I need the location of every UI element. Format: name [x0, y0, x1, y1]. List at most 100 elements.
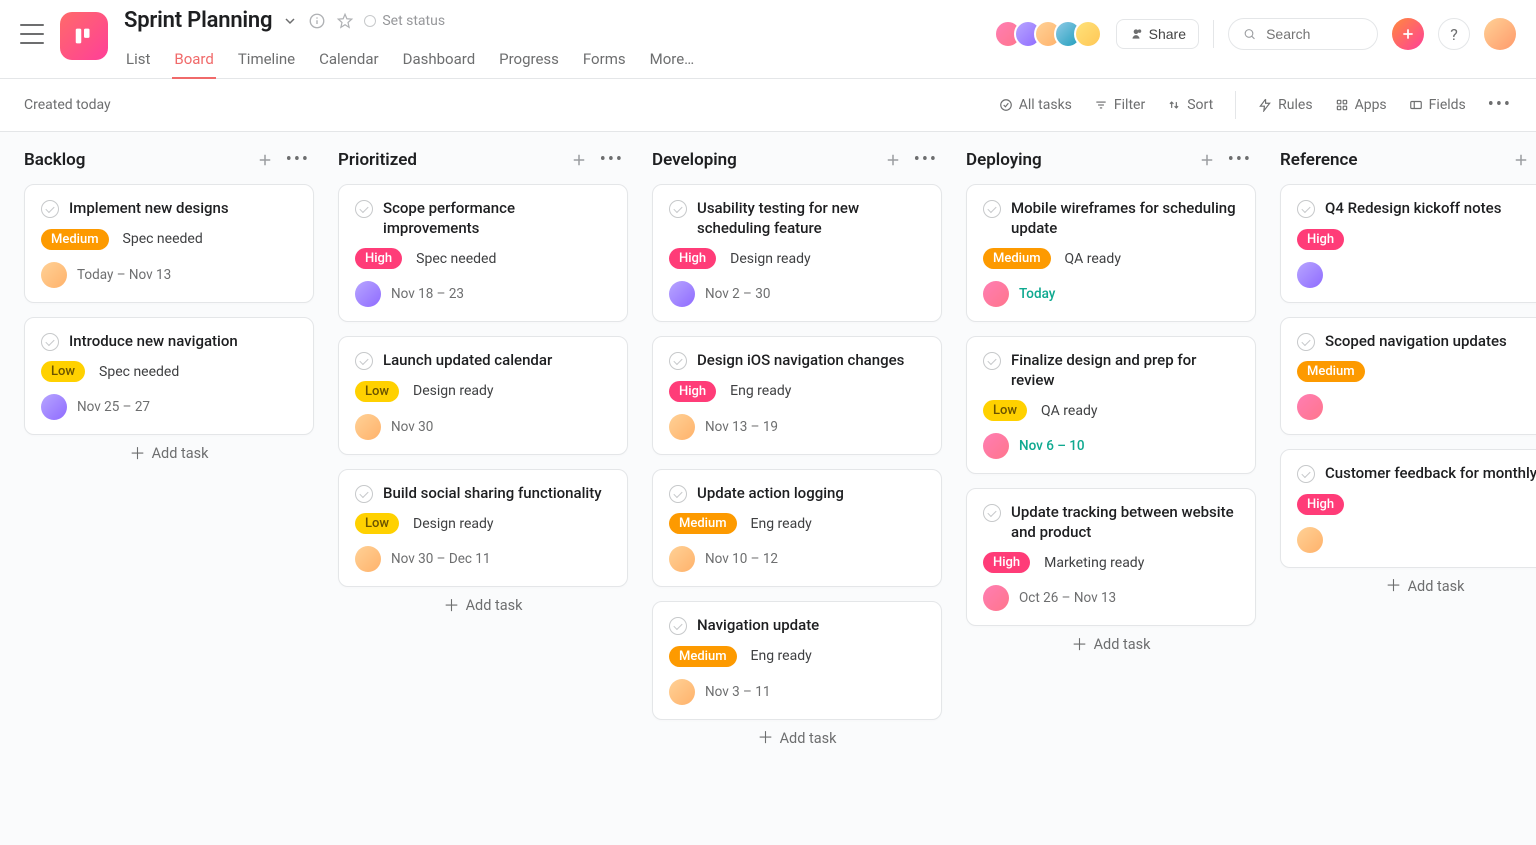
assignee-avatar[interactable]: [1297, 394, 1323, 420]
task-title: Scope performance improvements: [383, 199, 611, 238]
complete-toggle[interactable]: [983, 200, 1001, 218]
task-card[interactable]: Launch updated calendar Low Design ready…: [338, 336, 628, 455]
all-tasks[interactable]: All tasks: [999, 97, 1072, 113]
filter[interactable]: Filter: [1094, 97, 1145, 113]
more-icon[interactable]: •••: [1488, 96, 1512, 114]
assignee-avatar[interactable]: [983, 281, 1009, 307]
user-avatar[interactable]: [1484, 18, 1516, 50]
complete-toggle[interactable]: [983, 352, 1001, 370]
task-card[interactable]: Finalize design and prep for review Low …: [966, 336, 1256, 474]
assignee-avatar[interactable]: [1297, 527, 1323, 553]
add-card-icon[interactable]: [570, 151, 588, 169]
sort[interactable]: Sort: [1167, 97, 1213, 113]
add-task-button[interactable]: ＋Add task: [338, 587, 628, 618]
complete-toggle[interactable]: [1297, 200, 1315, 218]
status-label: Spec needed: [416, 251, 496, 267]
column-more-icon[interactable]: •••: [286, 151, 310, 169]
menu-toggle[interactable]: [20, 24, 44, 44]
assignee-avatar[interactable]: [1297, 262, 1323, 288]
tab-calendar[interactable]: Calendar: [317, 44, 381, 78]
rules[interactable]: Rules: [1258, 97, 1312, 113]
task-card[interactable]: Build social sharing functionality Low D…: [338, 469, 628, 588]
task-card[interactable]: Implement new designs Medium Spec needed…: [24, 184, 314, 303]
complete-toggle[interactable]: [355, 200, 373, 218]
assignee-avatar[interactable]: [355, 281, 381, 307]
assignee-avatar[interactable]: [669, 679, 695, 705]
task-card[interactable]: Scope performance improvements High Spec…: [338, 184, 628, 322]
complete-toggle[interactable]: [355, 485, 373, 503]
info-icon[interactable]: [308, 12, 326, 30]
complete-toggle[interactable]: [669, 200, 687, 218]
task-card[interactable]: Scoped navigation updates Medium: [1280, 317, 1536, 436]
assignee-avatar[interactable]: [983, 585, 1009, 611]
task-card[interactable]: Mobile wireframes for scheduling update …: [966, 184, 1256, 322]
task-card[interactable]: Usability testing for new scheduling fea…: [652, 184, 942, 322]
assignee-avatar[interactable]: [41, 394, 67, 420]
complete-toggle[interactable]: [355, 352, 373, 370]
status-label: Spec needed: [123, 231, 203, 247]
task-card[interactable]: Navigation update Medium Eng ready Nov 3…: [652, 601, 942, 720]
apps[interactable]: Apps: [1335, 97, 1387, 113]
complete-toggle[interactable]: [41, 333, 59, 351]
priority-pill: High: [669, 381, 716, 402]
add-task-button[interactable]: ＋Add task: [24, 435, 314, 466]
assignee-avatar[interactable]: [669, 281, 695, 307]
status-label: Design ready: [413, 516, 493, 532]
add-task-button[interactable]: ＋Add task: [966, 626, 1256, 657]
task-card[interactable]: Design iOS navigation changes High Eng r…: [652, 336, 942, 455]
global-add-button[interactable]: [1392, 18, 1424, 50]
complete-toggle[interactable]: [41, 200, 59, 218]
due-date: Nov 10 – 12: [705, 551, 778, 567]
task-title: Customer feedback for monthly: [1325, 464, 1536, 484]
priority-pill: Low: [355, 513, 399, 534]
column-title: Backlog: [24, 150, 85, 170]
complete-toggle[interactable]: [983, 504, 1001, 522]
status-label: QA ready: [1065, 251, 1121, 267]
add-task-button[interactable]: ＋Add task: [1280, 568, 1536, 599]
column-more-icon[interactable]: •••: [914, 151, 938, 169]
tab-progress[interactable]: Progress: [497, 44, 561, 78]
assignee-avatar[interactable]: [983, 433, 1009, 459]
task-card[interactable]: Customer feedback for monthly High: [1280, 449, 1536, 568]
help-button[interactable]: ?: [1438, 18, 1470, 50]
column-title: Prioritized: [338, 150, 417, 170]
add-task-button[interactable]: ＋Add task: [652, 720, 942, 751]
complete-toggle[interactable]: [669, 617, 687, 635]
tab-dashboard[interactable]: Dashboard: [401, 44, 478, 78]
tab-timeline[interactable]: Timeline: [236, 44, 297, 78]
chevron-down-icon[interactable]: [282, 13, 298, 29]
assignee-avatar[interactable]: [669, 546, 695, 572]
assignee-avatar[interactable]: [669, 414, 695, 440]
search-input[interactable]: [1228, 18, 1378, 50]
set-status[interactable]: Set status: [364, 14, 445, 28]
add-card-icon[interactable]: [1198, 151, 1216, 169]
task-card[interactable]: Update action logging Medium Eng ready N…: [652, 469, 942, 588]
task-title: Mobile wireframes for scheduling update: [1011, 199, 1239, 238]
project-members[interactable]: [1002, 20, 1102, 48]
assignee-avatar[interactable]: [355, 414, 381, 440]
assignee-avatar[interactable]: [355, 546, 381, 572]
priority-pill: High: [669, 248, 716, 269]
assignee-avatar[interactable]: [41, 262, 67, 288]
tab-more[interactable]: More…: [648, 44, 697, 78]
project-title[interactable]: Sprint Planning: [124, 10, 272, 32]
column-more-icon[interactable]: •••: [1228, 151, 1252, 169]
complete-toggle[interactable]: [669, 485, 687, 503]
star-icon[interactable]: [336, 12, 354, 30]
share-button[interactable]: Share: [1116, 19, 1199, 49]
task-card[interactable]: Introduce new navigation Low Spec needed…: [24, 317, 314, 436]
task-card[interactable]: Q4 Redesign kickoff notes High: [1280, 184, 1536, 303]
task-card[interactable]: Update tracking between website and prod…: [966, 488, 1256, 626]
tab-list[interactable]: List: [124, 44, 152, 78]
add-card-icon[interactable]: [884, 151, 902, 169]
tab-forms[interactable]: Forms: [581, 44, 628, 78]
task-title: Usability testing for new scheduling fea…: [697, 199, 925, 238]
add-card-icon[interactable]: [256, 151, 274, 169]
fields[interactable]: Fields: [1409, 97, 1466, 113]
column-more-icon[interactable]: •••: [600, 151, 624, 169]
add-card-icon[interactable]: [1512, 151, 1530, 169]
tab-board[interactable]: Board: [172, 44, 215, 78]
complete-toggle[interactable]: [669, 352, 687, 370]
complete-toggle[interactable]: [1297, 333, 1315, 351]
complete-toggle[interactable]: [1297, 465, 1315, 483]
